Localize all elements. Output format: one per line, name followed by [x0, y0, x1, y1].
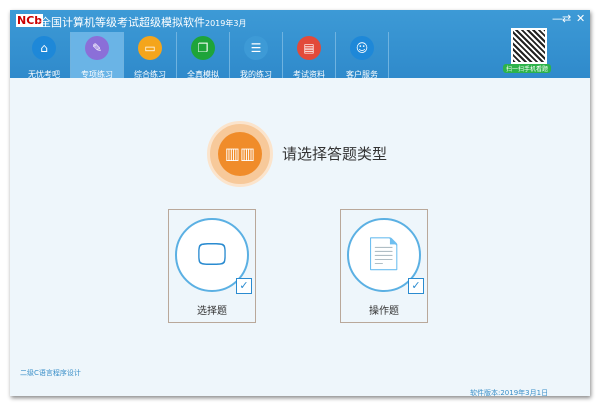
- app-window: NCb 全国计算机等级考试超级模拟软件2019年3月 — ⇄ ✕ ⌂ 无忧考吧 ✎ 专…: [10, 10, 590, 397]
- nav-item[interactable]: ⌂ 无忧考吧: [18, 32, 71, 79]
- check-icon: ✓: [408, 278, 424, 294]
- book-icon: ▥▥: [207, 121, 273, 187]
- nav-label: 无忧考吧: [28, 70, 60, 79]
- nav-item[interactable]: ☰ 我的练习: [230, 32, 283, 79]
- close-button[interactable]: ✕: [576, 12, 585, 25]
- qr-label: 扫一扫手机看题: [503, 64, 552, 73]
- header: NCb 全国计算机等级考试超级模拟软件2019年3月 — ⇄ ✕ ⌂ 无忧考吧 ✎ 专…: [10, 10, 590, 79]
- nav-label: 客户服务: [346, 70, 378, 79]
- nav-label: 全真模拟: [187, 70, 219, 79]
- home-icon: ⌂: [32, 36, 56, 60]
- nav-label: 综合练习: [134, 70, 166, 79]
- version-label: 软件版本:2019年3月1日: [470, 389, 549, 397]
- nav-label: 我的练习: [240, 70, 272, 79]
- nav-item[interactable]: ▤ 考试资料: [283, 32, 336, 79]
- pencil-icon: ✎: [85, 36, 109, 60]
- nav-item[interactable]: ✎ 专项练习: [71, 32, 124, 79]
- nav-label: 专项练习: [81, 70, 113, 79]
- nav-item[interactable]: ☺ 客户服务: [336, 32, 389, 79]
- files-icon: ▤: [297, 36, 321, 60]
- nav-item[interactable]: ❐ 全真模拟: [177, 32, 230, 79]
- windows-icon: ❐: [191, 36, 215, 60]
- card-label: 操作题: [369, 306, 399, 317]
- subject-label: 二级C语言程序设计: [20, 369, 81, 377]
- card-label: 选择题: [197, 306, 227, 317]
- prompt-text: 请选择答题类型: [282, 145, 388, 163]
- restore-button[interactable]: ⇄: [562, 12, 571, 25]
- qr-code: [511, 28, 547, 64]
- check-icon: ✓: [236, 278, 252, 294]
- operation-question-card[interactable]: 📄 ✓ 操作题: [340, 209, 428, 323]
- app-title: 全国计算机等级考试超级模拟软件2019年3月: [40, 16, 247, 29]
- nav-item[interactable]: ▭ 综合练习: [124, 32, 177, 79]
- choice-question-card[interactable]: 🖵 ✓ 选择题: [168, 209, 256, 323]
- nav-label: 考试资料: [293, 70, 325, 79]
- headset-icon: ☺: [350, 36, 374, 60]
- document-user-icon: ☰: [244, 36, 268, 60]
- monitor-icon: ▭: [138, 36, 162, 60]
